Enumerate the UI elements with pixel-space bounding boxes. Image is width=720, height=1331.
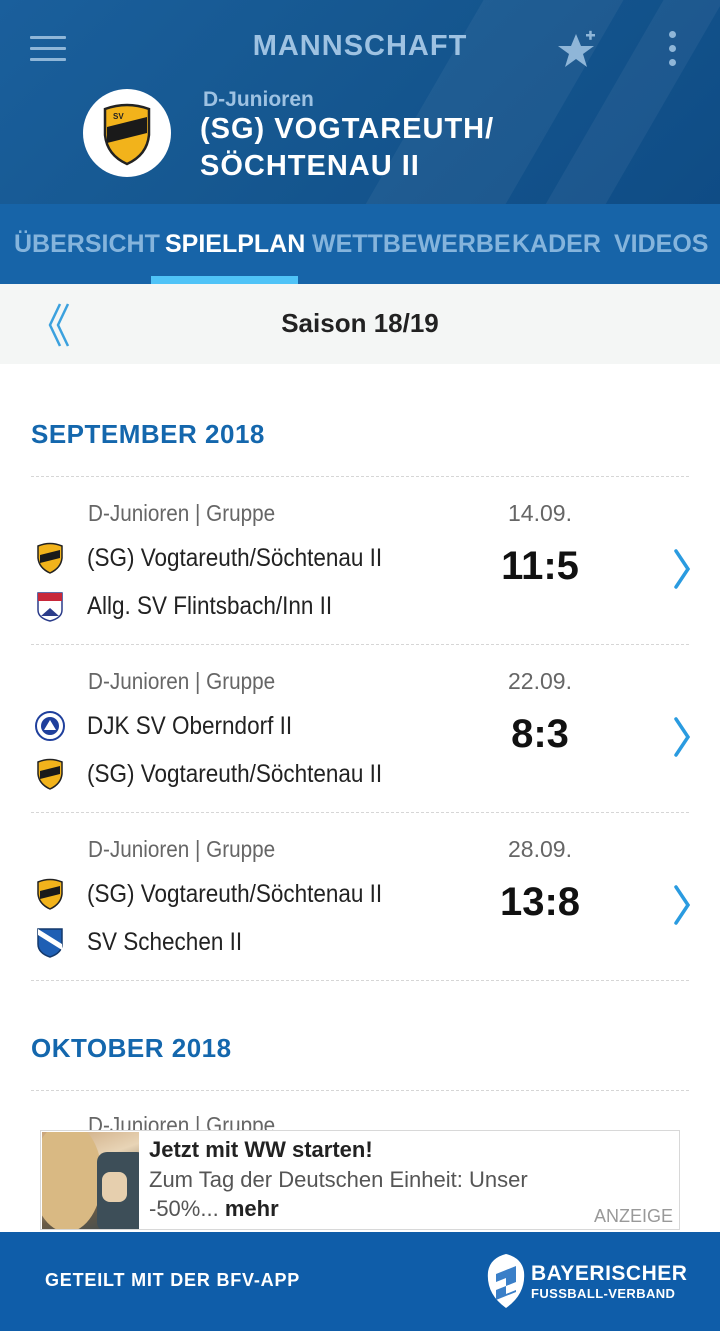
tab-videos[interactable]: VIDEOS	[614, 230, 708, 259]
schechen-crest-icon	[37, 928, 63, 958]
footer-bar: GETEILT MIT DER BFV-APP BAYERISCHER FUSS…	[0, 1232, 720, 1331]
flintsbach-crest-icon	[37, 592, 63, 622]
divider	[31, 644, 689, 645]
season-label: Saison 18/19	[281, 308, 439, 338]
team-name-line-2: SÖCHTENAU II	[200, 150, 420, 182]
star-plus-icon[interactable]	[556, 28, 600, 72]
match-row[interactable]: D-Junioren | Gruppe 14.09. (SG) Vogtareu…	[0, 496, 720, 664]
more-vertical-icon[interactable]	[660, 28, 684, 72]
oberndorf-crest-icon	[35, 711, 65, 741]
ad-body: Zum Tag der Deutschen Einheit: Unser -50…	[149, 1167, 528, 1221]
tab-uebersicht[interactable]: ÜBERSICHT	[14, 230, 160, 259]
match-row[interactable]: D-Junioren | Gruppe 22.09. DJK SV Obernd…	[0, 664, 720, 832]
divider	[31, 476, 689, 477]
match-date: 22.09.	[508, 668, 572, 694]
tab-bar: ÜBERSICHT SPIELPLAN WETTBEWERBE KADER VI…	[0, 204, 720, 284]
team-name: (SG) VOGTAREUTH/ SÖCHTENAU II	[200, 111, 600, 185]
tab-kader[interactable]: KADER	[512, 230, 601, 259]
chevron-right-icon[interactable]	[668, 548, 694, 590]
team-logo: SV	[83, 89, 171, 177]
ad-image	[42, 1132, 139, 1229]
team-name-line-1: (SG) VOGTAREUTH/	[200, 113, 495, 145]
away-team: (SG) Vogtareuth/Söchtenau II	[87, 760, 383, 788]
match-score: 8:3	[511, 712, 569, 756]
page-title: MANNSCHAFT	[252, 30, 468, 62]
bfv-brand-line-2: FUSSBALL-VERBAND	[531, 1286, 676, 1301]
tab-wettbewerbe[interactable]: WETTBEWERBE	[312, 230, 511, 259]
active-tab-indicator	[151, 276, 298, 284]
match-score: 13:8	[499, 880, 581, 924]
away-crest-icon	[35, 758, 65, 790]
ad-more-link[interactable]: mehr	[225, 1196, 279, 1221]
match-league: D-Junioren | Gruppe	[88, 836, 276, 862]
away-team: SV Schechen II	[87, 928, 243, 956]
team-category: D-Junioren	[203, 88, 314, 111]
tab-spielplan[interactable]: SPIELPLAN	[165, 230, 305, 259]
match-date: 14.09.	[508, 500, 572, 526]
ad-banner[interactable]: Jetzt mit WW starten! Zum Tag der Deutsc…	[40, 1130, 680, 1230]
month-heading: SEPTEMBER 2018	[31, 419, 265, 449]
match-row[interactable]: D-Junioren | Gruppe 28.09. (SG) Vogtareu…	[0, 832, 720, 1000]
ad-text: Zum Tag der Deutschen Einheit: Unser -50…	[149, 1165, 579, 1223]
home-crest-icon	[35, 878, 65, 910]
home-team: (SG) Vogtareuth/Söchtenau II	[87, 880, 383, 908]
divider	[31, 980, 689, 981]
app-screen: MANNSCHAFT SV D-Junioren (SG) VOGTAREUTH…	[0, 0, 720, 1331]
chevron-right-icon[interactable]	[668, 884, 694, 926]
match-league: D-Junioren | Gruppe	[88, 668, 276, 694]
divider	[31, 812, 689, 813]
svg-text:SV: SV	[113, 112, 124, 121]
ad-label: ANZEIGE	[593, 1206, 673, 1226]
ad-title: Jetzt mit WW starten!	[149, 1137, 373, 1162]
match-score: 11:5	[501, 544, 579, 588]
bfv-brand-line-1: BAYERISCHER	[531, 1262, 688, 1285]
shared-text: GETEILT MIT DER BFV-APP	[45, 1270, 301, 1290]
season-selector: Saison 18/19	[0, 284, 720, 364]
chevron-right-icon[interactable]	[668, 716, 694, 758]
home-crest-icon	[35, 542, 65, 574]
away-team: Allg. SV Flintsbach/Inn II	[87, 592, 333, 620]
divider	[31, 1090, 689, 1091]
match-league: D-Junioren | Gruppe	[88, 500, 276, 526]
home-team: (SG) Vogtareuth/Söchtenau II	[87, 544, 383, 572]
month-heading: OKTOBER 2018	[31, 1033, 232, 1063]
bfv-logo-icon	[487, 1254, 525, 1308]
team-header: MANNSCHAFT SV D-Junioren (SG) VOGTAREUTH…	[0, 0, 720, 204]
match-date: 28.09.	[508, 836, 572, 862]
home-team: DJK SV Oberndorf II	[87, 712, 293, 740]
